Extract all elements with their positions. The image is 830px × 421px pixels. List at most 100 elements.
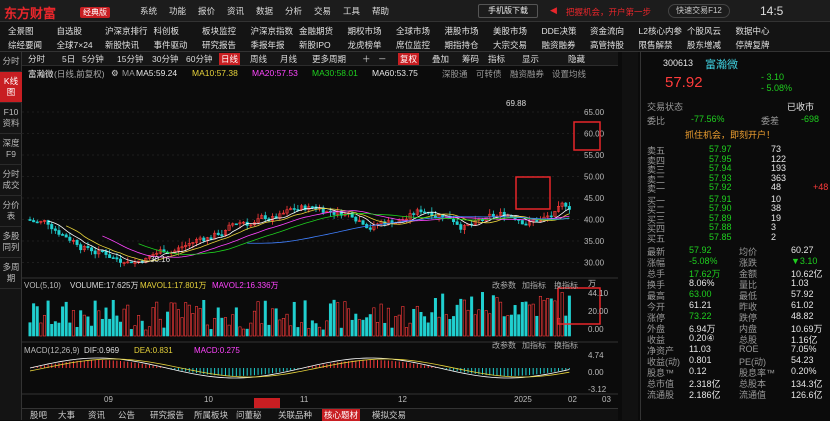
nav-item[interactable]: 研究报告 (202, 39, 251, 51)
nav-item[interactable]: 季报年报 (251, 39, 300, 51)
bottom-tab[interactable]: 股吧 (30, 409, 47, 421)
left-tab[interactable]: 分价表 (0, 196, 22, 227)
bottom-tab[interactable]: 所属板块 (194, 409, 228, 421)
quick-trade-button[interactable]: 快速交易F12 (668, 4, 730, 18)
period-weekly[interactable]: 周线 (250, 53, 267, 65)
volume-bar (42, 315, 46, 337)
left-tab[interactable]: 多周期 (0, 258, 22, 289)
nav-item[interactable]: 港股市场 (445, 25, 494, 37)
period-15min[interactable]: 15分钟 (117, 53, 143, 65)
link-ma-settings[interactable]: 设置均线 (552, 68, 586, 80)
zoom-out-icon[interactable]: － (378, 53, 387, 65)
nav-item[interactable]: 股东增减 (687, 39, 736, 51)
indicator-button[interactable]: 指标 (488, 53, 505, 65)
nav-item[interactable]: 停牌复牌 (736, 39, 785, 51)
nav-item[interactable]: 限售解禁 (639, 39, 688, 51)
price-tick: 40.00 (584, 216, 605, 225)
menu-function[interactable]: 功能 (169, 5, 198, 17)
link-convertible[interactable]: 可转债 (476, 68, 502, 80)
nav-item[interactable]: 数据中心 (736, 25, 785, 37)
ma60-value: MA60:53.75 (372, 68, 418, 78)
kline-chart-area[interactable]: 65.00 60.00 55.00 50.00 45.00 40.00 35.00 30.00… (22, 80, 618, 408)
nav-item[interactable]: 融资融券 (542, 39, 591, 51)
more-periods-button[interactable]: 更多周期 (312, 53, 346, 65)
nav-item[interactable]: 新股快讯 (105, 39, 154, 51)
bottom-tab[interactable]: 关联品种 (278, 409, 312, 421)
kline-chart[interactable]: 65.00 60.00 55.00 50.00 45.00 40.00 35.00 30.00… (22, 80, 618, 408)
nav-item[interactable]: 全球市场 (396, 25, 445, 37)
nav-item[interactable]: 事件驱动 (154, 39, 203, 51)
left-tab[interactable]: K线图 (0, 72, 22, 103)
bottom-tab[interactable]: 公告 (118, 409, 135, 421)
mobile-download-button[interactable]: 手机版下载 (478, 4, 538, 18)
left-tab[interactable]: 多股同列 (0, 227, 22, 258)
volume-bar (444, 314, 448, 337)
bottom-tab[interactable]: 研究报告 (150, 409, 184, 421)
bottom-tab[interactable]: 大事 (58, 409, 75, 421)
nav-item[interactable]: 资金流向 (590, 25, 639, 37)
nav-item[interactable]: 自选股 (57, 25, 106, 37)
left-tab[interactable]: 分时 (0, 52, 22, 72)
menu-help[interactable]: 帮助 (372, 5, 401, 17)
nav-item[interactable]: 个股风云 (687, 25, 736, 37)
gear-icon[interactable]: ⚙ (111, 68, 119, 79)
nav-item[interactable]: 沪深京指数 (251, 25, 300, 37)
nav-item[interactable]: 高管持股 (590, 39, 639, 51)
period-intraday[interactable]: 分时 (28, 53, 45, 65)
bottom-tab[interactable]: 问董秘 (236, 409, 262, 421)
menu-quote[interactable]: 报价 (198, 5, 227, 17)
nav-item[interactable]: 科创板 (154, 25, 203, 37)
nav-item[interactable]: 新股IPO (299, 39, 348, 51)
promo-link[interactable]: 把握机会，开户第一步 (566, 6, 651, 18)
period-5day[interactable]: 5日 (62, 53, 75, 65)
menu-news[interactable]: 资讯 (227, 5, 256, 17)
nav-item[interactable]: 全球7×24 (57, 39, 106, 51)
chips-button[interactable]: 筹码 (462, 53, 479, 65)
stat-label: 流通股 (647, 390, 675, 400)
menu-trade[interactable]: 交易 (314, 5, 343, 17)
period-monthly[interactable]: 月线 (280, 53, 297, 65)
nav-item[interactable]: L2核心内参 (639, 25, 688, 37)
vol-add-link: 加指标 (522, 280, 546, 290)
nav-item[interactable]: 综经要闻 (8, 39, 57, 51)
period-5min[interactable]: 5分钟 (82, 53, 104, 65)
volume-bar (542, 299, 546, 337)
bottom-tab[interactable]: 资讯 (88, 409, 105, 421)
open-account-link[interactable]: 抓住机会，即刻开户！ (685, 128, 775, 141)
menu-analysis[interactable]: 分析 (285, 5, 314, 17)
nav-item[interactable]: 沪深京排行 (105, 25, 154, 37)
volume-bar (75, 326, 79, 337)
volume-bar (147, 326, 151, 337)
link-margin[interactable]: 融资融券 (510, 68, 544, 80)
period-toolbar: 分时 5日 5分钟 15分钟 30分钟 60分钟 日线 周线 月线 更多周期 ＋… (22, 52, 618, 66)
bottom-tab[interactable]: 模拟交易 (372, 409, 406, 421)
nav-item[interactable]: 金融期货 (299, 25, 348, 37)
nav-item[interactable]: 大宗交易 (493, 39, 542, 51)
display-button[interactable]: 显示 (522, 53, 539, 65)
hide-button[interactable]: 隐藏 (568, 53, 585, 65)
period-30min[interactable]: 30分钟 (152, 53, 178, 65)
nav-item[interactable]: 美股市场 (493, 25, 542, 37)
nav-item[interactable]: 龙虎榜单 (348, 39, 397, 51)
volume-bar (35, 306, 39, 337)
adjust-button[interactable]: 复权 (398, 53, 420, 65)
menu-system[interactable]: 系统 (140, 5, 169, 17)
left-tab[interactable]: 深度F9 (0, 134, 22, 165)
nav-item[interactable]: 全景图 (8, 25, 57, 37)
nav-item[interactable]: 期指持仓 (445, 39, 494, 51)
nav-item[interactable]: DDE决策 (542, 25, 591, 37)
nav-item[interactable]: 期权市场 (348, 25, 397, 37)
period-daily[interactable]: 日线 (219, 53, 241, 65)
menu-data[interactable]: 数据 (256, 5, 285, 17)
left-tab[interactable]: 分时成交 (0, 165, 22, 196)
nav-item[interactable]: 板块监控 (202, 25, 251, 37)
scrollbar[interactable] (622, 52, 638, 420)
left-tab[interactable]: F10资料 (0, 103, 22, 134)
overlay-button[interactable]: 叠加 (432, 53, 449, 65)
zoom-in-icon[interactable]: ＋ (362, 53, 371, 65)
nav-item[interactable]: 席位监控 (396, 39, 445, 51)
bottom-tab[interactable]: 核心题材 (322, 409, 361, 421)
link-hk-connect[interactable]: 深股通 (442, 68, 468, 80)
period-60min[interactable]: 60分钟 (186, 53, 212, 65)
menu-tools[interactable]: 工具 (343, 5, 372, 17)
